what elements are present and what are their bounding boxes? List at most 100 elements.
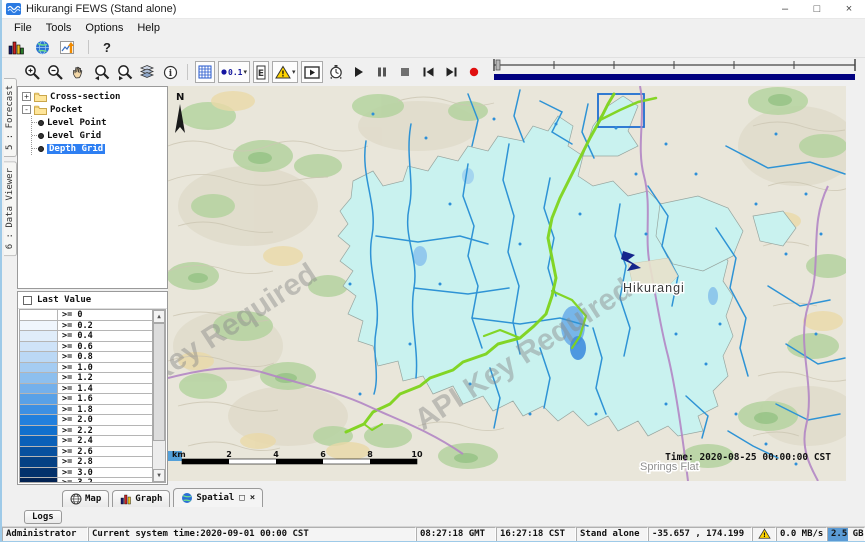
main-toolbar: ? (2, 37, 865, 58)
minimize-button[interactable]: – (769, 0, 801, 18)
zoom-out-icon[interactable] (45, 62, 65, 82)
scale-tick-label: 6 (320, 450, 326, 459)
legend-row[interactable]: >= 2.8 (20, 457, 152, 468)
tab-forecast[interactable]: 5 : Forecast (4, 78, 17, 157)
menu-file[interactable]: File (7, 21, 39, 35)
zoom-previous-icon[interactable] (91, 62, 111, 82)
map-view[interactable]: API Key Required API Key Required Hikura… (168, 86, 865, 487)
animation-timer-icon[interactable] (326, 62, 346, 82)
legend-row-label: >= 0.8 (58, 352, 152, 362)
legend-row[interactable]: >= 0.8 (20, 352, 152, 363)
status-mode: Stand alone (576, 527, 648, 542)
layers-icon[interactable] (137, 62, 157, 82)
legend-row[interactable]: >= 0.4 (20, 331, 152, 342)
tree-node-pocket[interactable]: - Pocket (18, 103, 167, 116)
maximize-button[interactable]: □ (801, 0, 833, 18)
legend-scrollbar[interactable]: ▲ ▼ (152, 310, 165, 482)
tab-maximize-icon[interactable]: □ (239, 493, 244, 503)
database-icon[interactable] (6, 37, 26, 57)
north-label: N (176, 92, 184, 103)
status-memory[interactable]: 2.5 GB (827, 527, 865, 542)
tab-logs[interactable]: Logs (24, 510, 62, 524)
tab-data-viewer[interactable]: 6 : Data Viewer (4, 161, 17, 256)
info-icon[interactable]: i (160, 62, 180, 82)
help-button[interactable]: ? (99, 40, 115, 55)
menu-tools[interactable]: Tools (39, 21, 79, 35)
map-canvas[interactable]: API Key Required API Key Required Hikura… (168, 86, 846, 481)
tab-spatial[interactable]: Spatial □ × (173, 488, 263, 507)
legend-color-swatch (20, 342, 58, 352)
pause-button[interactable] (372, 62, 392, 82)
bullet-icon (38, 120, 44, 126)
tree-node-label[interactable]: Level Grid (47, 131, 101, 141)
tree-node-label-selected[interactable]: Depth Grid (47, 144, 105, 154)
status-gmt-time: 08:27:18 GMT (416, 527, 496, 542)
thresholds-dropdown[interactable]: !▾ (272, 61, 299, 83)
tab-graph[interactable]: Graph (112, 490, 170, 507)
zoom-in-icon[interactable] (22, 62, 42, 82)
town-label: Hikurangi (623, 281, 685, 295)
tree-node-level-point[interactable]: Level Point (32, 116, 167, 129)
point-size-dropdown[interactable]: 0.1▾ (218, 61, 250, 83)
legend-color-swatch (20, 478, 58, 483)
tree-node-level-grid[interactable]: Level Grid (32, 129, 167, 142)
legend-row-label: >= 1.6 (58, 394, 152, 404)
scroll-down-button[interactable]: ▼ (153, 469, 165, 482)
zoom-next-icon[interactable] (114, 62, 134, 82)
menu-help[interactable]: Help (130, 21, 167, 35)
legend-row-label: >= 3.0 (58, 468, 152, 478)
last-value-checkbox[interactable] (23, 296, 32, 305)
timeseries-display-icon[interactable] (58, 37, 78, 57)
scroll-up-button[interactable]: ▲ (153, 310, 165, 323)
map-display-globe-icon[interactable] (32, 37, 52, 57)
legend-row-label: >= 2.0 (58, 415, 152, 425)
legend-color-swatch (20, 363, 58, 373)
tree-node-label[interactable]: Pocket (50, 105, 83, 115)
legend-row[interactable]: >= 3.2 (20, 478, 152, 483)
skip-to-start-button[interactable] (418, 62, 438, 82)
status-bar: Administrator Current system time:2020-0… (2, 527, 865, 542)
legend-row[interactable]: >= 0.6 (20, 342, 152, 353)
legend-row-label: >= 1.0 (58, 363, 152, 373)
legend-row[interactable]: >= 1.4 (20, 384, 152, 395)
legend-row-label: >= 3.2 (58, 478, 152, 483)
pan-hand-icon[interactable] (68, 62, 88, 82)
close-button[interactable]: × (833, 0, 865, 18)
legend-row[interactable]: >= 2.6 (20, 447, 152, 458)
play-button[interactable] (349, 62, 369, 82)
scale-bar-button[interactable]: E (253, 61, 269, 83)
scrollbar-thumb[interactable] (153, 323, 165, 441)
tree-node-cross-section[interactable]: + Cross-section (18, 90, 167, 103)
status-warning-cell[interactable]: ! (752, 527, 776, 542)
menu-options[interactable]: Options (78, 21, 130, 35)
legend-row[interactable]: >= 1.6 (20, 394, 152, 405)
tree-node-label[interactable]: Cross-section (50, 92, 120, 102)
status-system-time: Current system time:2020-09-01 00:00 CST (88, 527, 416, 542)
legend-row[interactable]: >= 1.2 (20, 373, 152, 384)
tab-close-icon[interactable]: × (250, 493, 255, 503)
legend-color-swatch (20, 321, 58, 331)
timeline-handle (496, 60, 500, 70)
expand-icon[interactable]: + (22, 92, 31, 101)
animation-play-button[interactable] (301, 61, 323, 83)
tree-node-label[interactable]: Level Point (47, 118, 107, 128)
record-button[interactable] (464, 62, 484, 82)
tree-node-depth-grid[interactable]: Depth Grid (32, 142, 167, 155)
legend-row[interactable]: >= 2.4 (20, 436, 152, 447)
legend-row[interactable]: >= 1.0 (20, 363, 152, 374)
legend-row[interactable]: >= 2.2 (20, 426, 152, 437)
grid-display-button[interactable] (195, 61, 215, 83)
legend-row[interactable]: >= 1.8 (20, 405, 152, 416)
legend-color-swatch (20, 352, 58, 362)
timeline-slider[interactable] (491, 57, 859, 87)
legend-row[interactable]: >= 0.2 (20, 321, 152, 332)
map-toolbar: i 0.1▾ E !▾ 2020-08-25 00:00:00 CST (17, 58, 865, 86)
legend-row[interactable]: >= 0 (20, 310, 152, 321)
stop-button[interactable] (395, 62, 415, 82)
legend-row[interactable]: >= 2.0 (20, 415, 152, 426)
legend-color-swatch (20, 436, 58, 446)
legend-row[interactable]: >= 3.0 (20, 468, 152, 479)
collapse-icon[interactable]: - (22, 105, 31, 114)
tab-map[interactable]: Map (62, 490, 109, 507)
skip-to-end-button[interactable] (441, 62, 461, 82)
